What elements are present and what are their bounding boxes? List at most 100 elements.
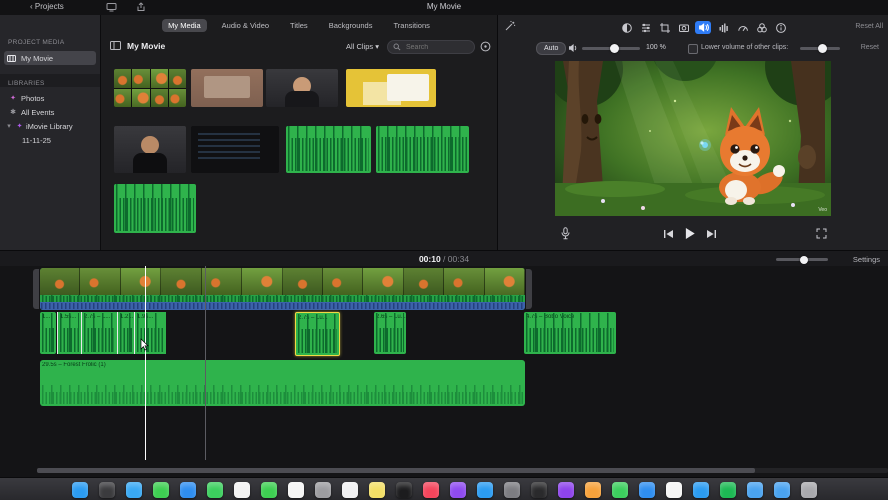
enhance-wand-icon[interactable]	[504, 20, 516, 32]
auto-volume-button[interactable]: Auto	[536, 42, 567, 55]
clip-appearance-icon[interactable]	[480, 41, 491, 52]
clip-audio-track	[40, 302, 525, 310]
horizontal-scrollbar[interactable]	[37, 468, 888, 473]
photos-icon[interactable]	[233, 481, 250, 498]
sidebar-item-event-date[interactable]: 11-11-25	[22, 133, 96, 147]
audio-clip-1[interactable]: 1...	[40, 312, 56, 354]
spotify-icon[interactable]	[719, 481, 736, 498]
timeline-zoom-knob[interactable]	[800, 255, 808, 264]
tab-audio-video[interactable]: Audio & Video	[216, 19, 275, 32]
audio-clip-7[interactable]: 2.6s – Lu...	[374, 312, 406, 354]
music-icon[interactable]	[422, 481, 439, 498]
search-input[interactable]	[404, 42, 472, 52]
safari-icon[interactable]	[125, 481, 142, 498]
trash-icon[interactable]	[800, 481, 817, 498]
terminal-icon[interactable]	[530, 481, 547, 498]
mail-icon[interactable]	[179, 481, 196, 498]
effects-icon[interactable]	[754, 21, 770, 34]
media-thumbnail-audio-3[interactable]	[114, 184, 196, 233]
finder-icon[interactable]	[71, 481, 88, 498]
timeline-settings-button[interactable]: Settings	[853, 255, 880, 264]
sidebar-item-photos[interactable]: ✦ Photos	[4, 91, 96, 105]
video-clip[interactable]	[40, 268, 525, 310]
color-balance-icon[interactable]	[619, 21, 635, 34]
speed-icon[interactable]	[735, 21, 751, 34]
audio-clip-6-selected[interactable]: 2.7s – Lu...	[295, 312, 340, 356]
tab-titles[interactable]: Titles	[284, 19, 314, 32]
trim-handle-right[interactable]	[526, 269, 532, 309]
scrollbar-handle[interactable]	[37, 468, 755, 473]
panel-toggle-icon[interactable]	[110, 41, 121, 50]
notes-icon[interactable]	[368, 481, 385, 498]
audio-clip-bobo-voice[interactable]: 4.7s – Bobo Voice	[524, 312, 616, 354]
ducking-slider-knob[interactable]	[818, 44, 827, 53]
chevron-down-icon[interactable]: ▾	[5, 122, 13, 130]
folder-downloads-icon[interactable]	[773, 481, 790, 498]
vscode-icon[interactable]	[692, 481, 709, 498]
keynote-icon[interactable]	[638, 481, 655, 498]
libraries-header: LIBRARIES	[0, 74, 100, 87]
media-thumbnail-screenshot[interactable]	[191, 69, 263, 107]
timeline-zoom-slider[interactable]	[776, 255, 828, 264]
fullscreen-icon[interactable]	[816, 228, 827, 239]
maps-icon[interactable]	[206, 481, 223, 498]
reminders-icon[interactable]	[341, 481, 358, 498]
folder-apps-icon[interactable]	[746, 481, 763, 498]
noise-reduction-icon[interactable]	[716, 21, 732, 34]
system-settings-icon[interactable]	[503, 481, 520, 498]
mouse-cursor	[140, 338, 149, 351]
lower-volume-checkbox[interactable]	[688, 44, 698, 54]
titlebar: ‹ Projects My Movie	[0, 0, 888, 16]
color-correction-icon[interactable]	[638, 21, 654, 34]
tv-icon[interactable]	[395, 481, 412, 498]
trim-handle-left[interactable]	[33, 269, 39, 309]
imovie-icon[interactable]	[557, 481, 574, 498]
sidebar-item-imovie-library[interactable]: ▾ ✦ iMovie Library	[4, 119, 96, 133]
media-thumbnail-presenter-2[interactable]	[114, 126, 186, 173]
previous-button[interactable]	[663, 229, 674, 239]
media-browser: My Media Audio & Video Titles Background…	[101, 15, 497, 250]
contacts-icon[interactable]	[314, 481, 331, 498]
ducking-slider[interactable]	[800, 44, 840, 53]
audio-clip-2[interactable]: 1.5s...	[57, 312, 81, 354]
sidebar-item-my-movie[interactable]: My Movie	[4, 51, 96, 65]
numbers-icon[interactable]	[611, 481, 628, 498]
pages-icon[interactable]	[584, 481, 601, 498]
podcasts-icon[interactable]	[449, 481, 466, 498]
app-store-icon[interactable]	[476, 481, 493, 498]
calendar-icon[interactable]	[287, 481, 304, 498]
media-thumbnail-terminal[interactable]	[191, 126, 279, 173]
messages-icon[interactable]	[152, 481, 169, 498]
media-thumbnail-audio-2[interactable]	[376, 126, 469, 173]
media-thumbnail-fox-grid[interactable]	[114, 69, 186, 107]
facetime-icon[interactable]	[260, 481, 277, 498]
crop-icon[interactable]	[657, 21, 673, 34]
tab-transitions[interactable]: Transitions	[387, 19, 435, 32]
media-thumbnail-audio-1[interactable]	[286, 126, 371, 173]
play-button[interactable]	[684, 227, 696, 240]
sidebar-item-all-events[interactable]: ✱ All Events	[4, 105, 96, 119]
next-button[interactable]	[706, 229, 717, 239]
voiceover-mic-icon[interactable]	[560, 227, 571, 240]
stabilization-icon[interactable]	[676, 21, 692, 34]
audio-clip-3[interactable]: 2.7s – L...	[81, 312, 117, 354]
audio-clip-5[interactable]: 1.9s...	[134, 312, 166, 354]
reset-all-button[interactable]: Reset All	[855, 23, 883, 30]
music-clip[interactable]: 29.5s – Forest Frolic (1)	[40, 360, 525, 406]
media-thumbnail-slides[interactable]	[346, 69, 436, 107]
tab-my-media[interactable]: My Media	[162, 19, 207, 32]
clip-filter-dropdown[interactable]: All Clips ▾	[346, 42, 379, 51]
chrome-icon[interactable]	[665, 481, 682, 498]
transport-controls	[663, 227, 717, 240]
tab-backgrounds[interactable]: Backgrounds	[323, 19, 379, 32]
reset-button[interactable]: Reset	[861, 44, 879, 51]
volume-slider[interactable]	[582, 44, 640, 53]
volume-slider-knob[interactable]	[610, 44, 619, 53]
audio-clip-4[interactable]: 1.2...	[117, 312, 134, 354]
search-field[interactable]	[387, 40, 475, 54]
media-thumbnail-presenter[interactable]	[266, 69, 338, 107]
playhead[interactable]	[145, 266, 146, 460]
volume-tool-icon[interactable]	[695, 21, 711, 34]
info-icon[interactable]	[773, 21, 789, 34]
launchpad-icon[interactable]	[98, 481, 115, 498]
